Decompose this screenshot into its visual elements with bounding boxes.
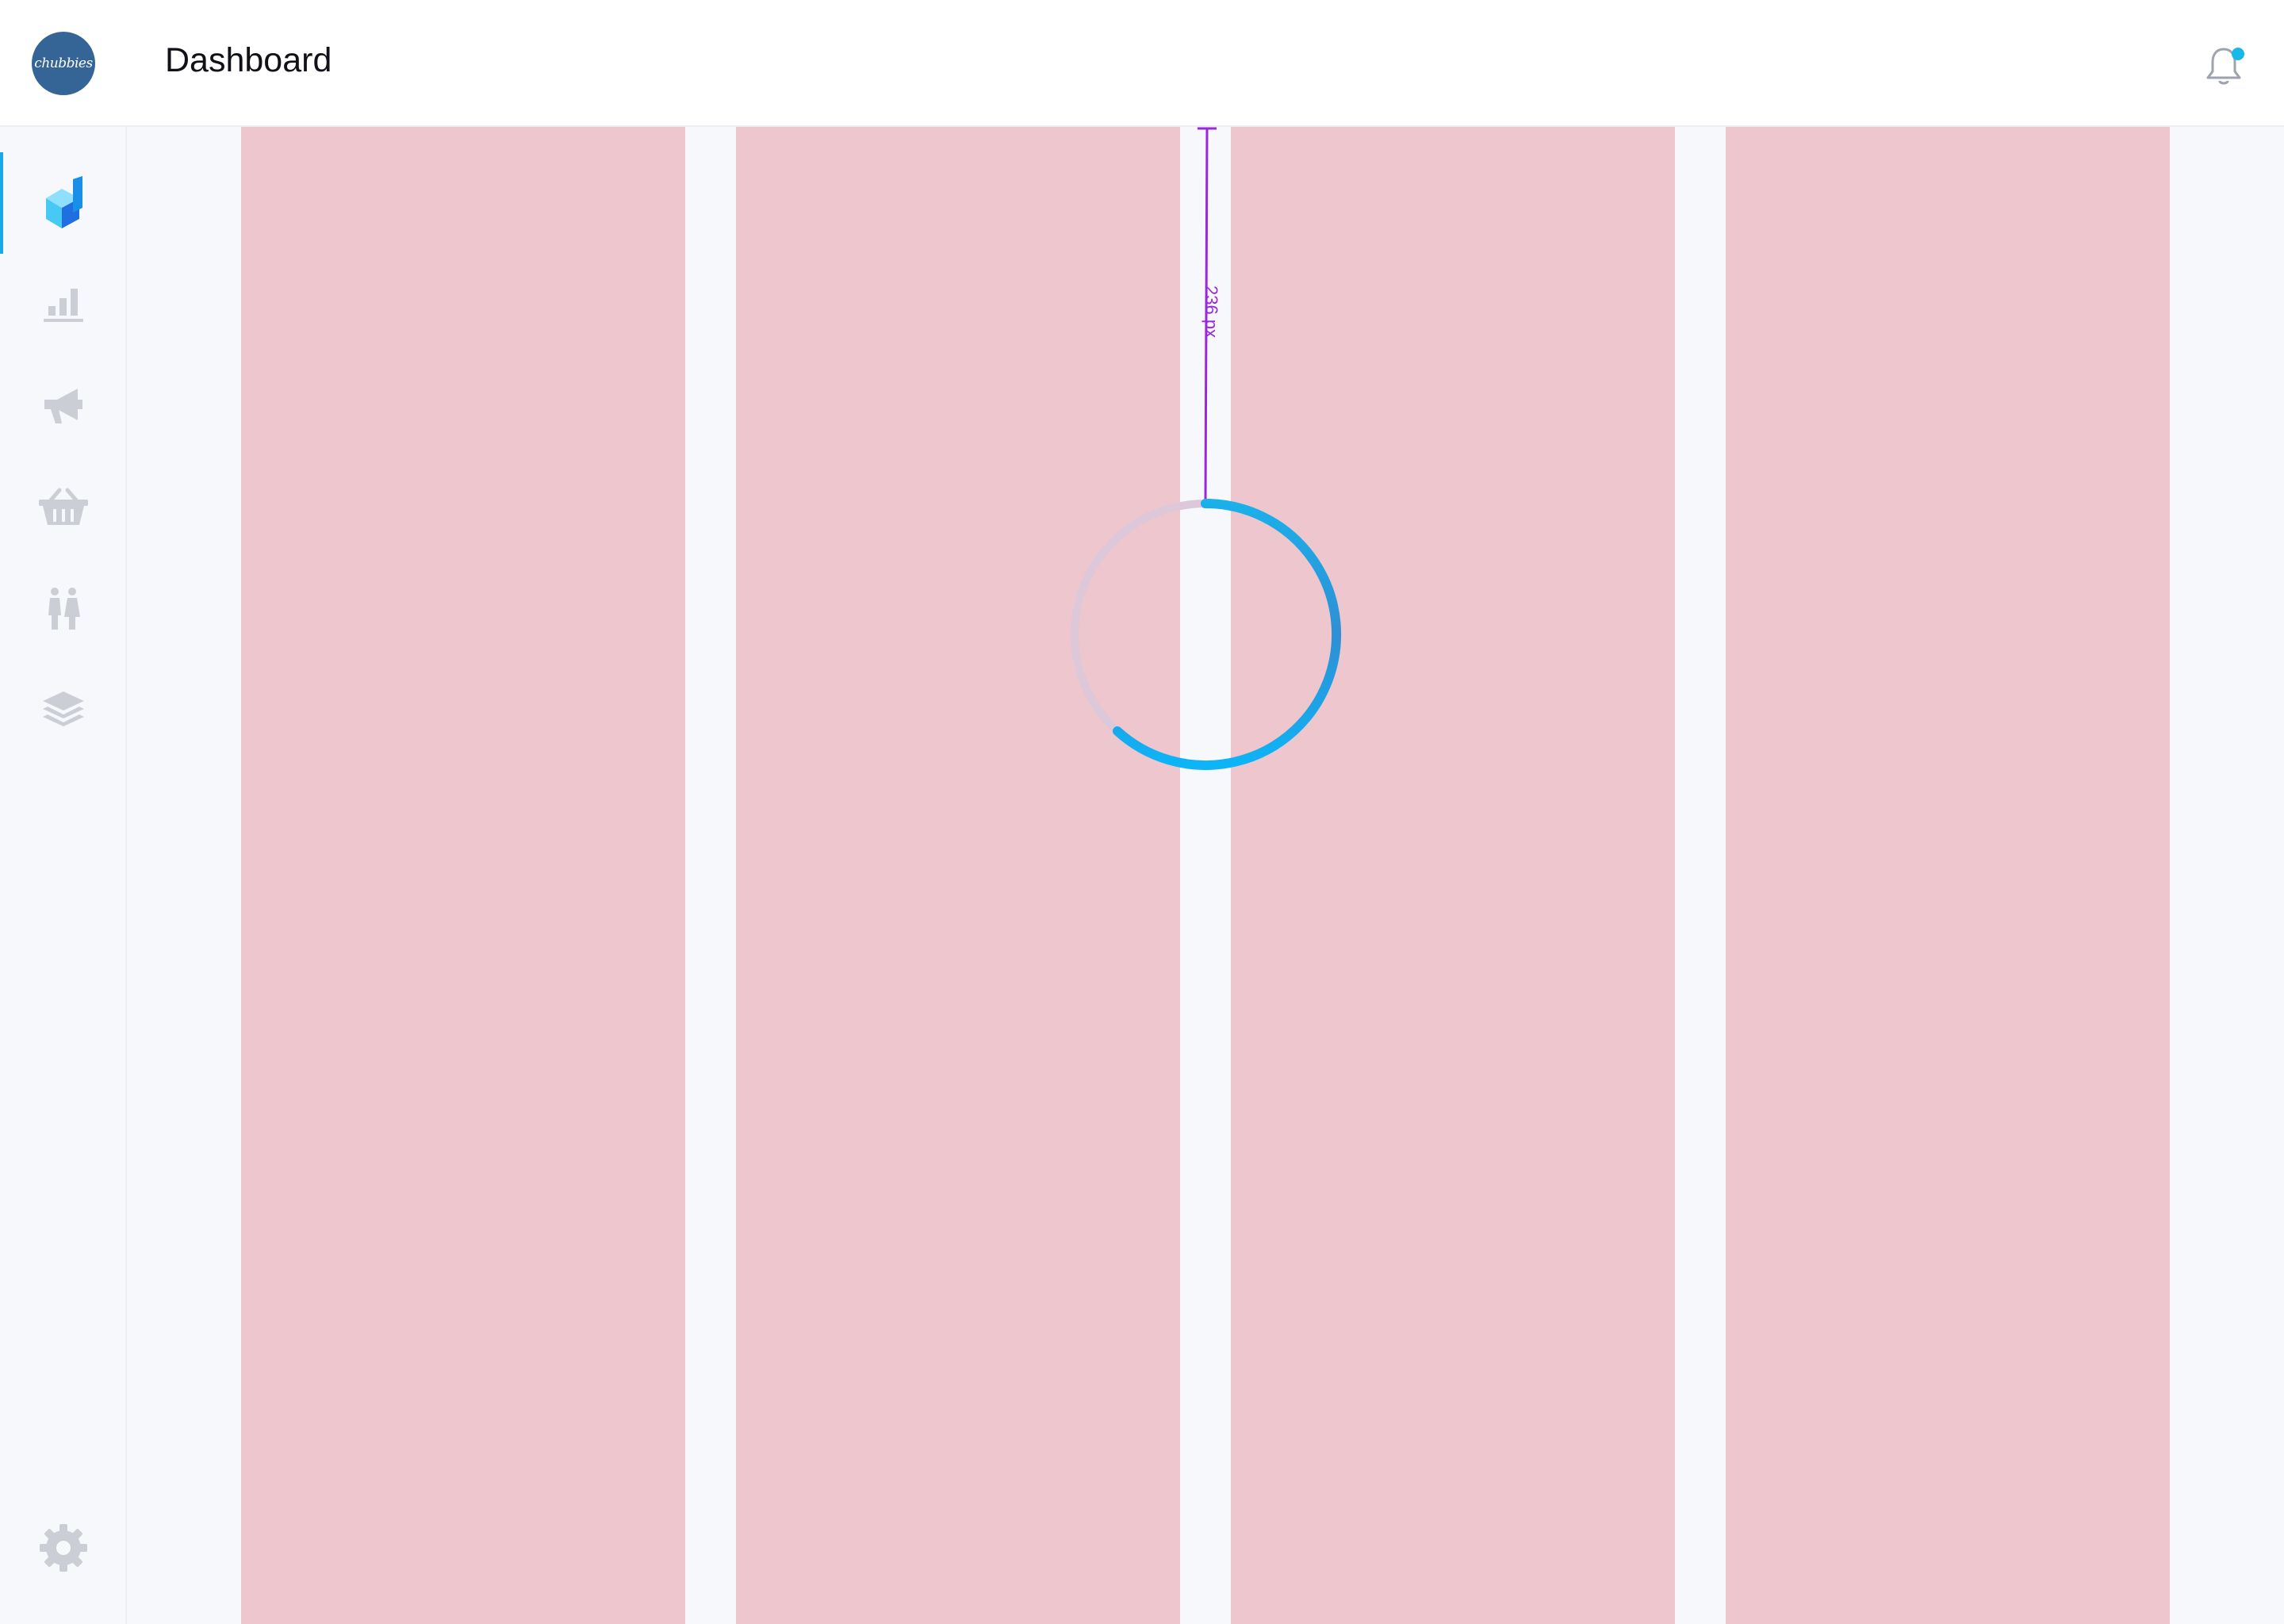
- sidebar-item-customers[interactable]: [0, 558, 127, 660]
- top-header: Dashboard: [127, 0, 2284, 127]
- basket-icon: [39, 488, 88, 525]
- sidebar: chubbies: [0, 0, 127, 1624]
- sidebar-item-analytics[interactable]: [0, 254, 127, 355]
- grid-column: [1231, 127, 1675, 1624]
- sidebar-item-settings[interactable]: [0, 1497, 127, 1599]
- notifications-button[interactable]: [2200, 43, 2248, 90]
- sidebar-item-products[interactable]: [0, 660, 127, 761]
- people-icon: [48, 588, 80, 630]
- bar-chart-icon: [44, 289, 83, 322]
- logo-cell: chubbies: [0, 0, 127, 127]
- grid-column: [241, 127, 685, 1624]
- app-window: chubbies Dashboard 236 px: [0, 0, 2284, 1624]
- brand-cube-icon: [46, 176, 82, 228]
- brand-logo-text: chubbies: [34, 56, 93, 71]
- grid-column: [736, 127, 1180, 1624]
- sidebar-item-marketing[interactable]: [0, 355, 127, 457]
- bell-icon: [2206, 48, 2244, 85]
- main-content: [127, 127, 2284, 1624]
- grid-column: [1726, 127, 2170, 1624]
- page-title: Dashboard: [165, 41, 332, 79]
- sidebar-item-dashboard[interactable]: [0, 152, 127, 254]
- brand-logo[interactable]: chubbies: [32, 32, 95, 95]
- layers-icon: [43, 691, 84, 726]
- megaphone-icon: [44, 389, 82, 423]
- sidebar-item-orders[interactable]: [0, 457, 127, 558]
- unread-dot: [2232, 48, 2244, 60]
- gear-icon: [40, 1524, 87, 1572]
